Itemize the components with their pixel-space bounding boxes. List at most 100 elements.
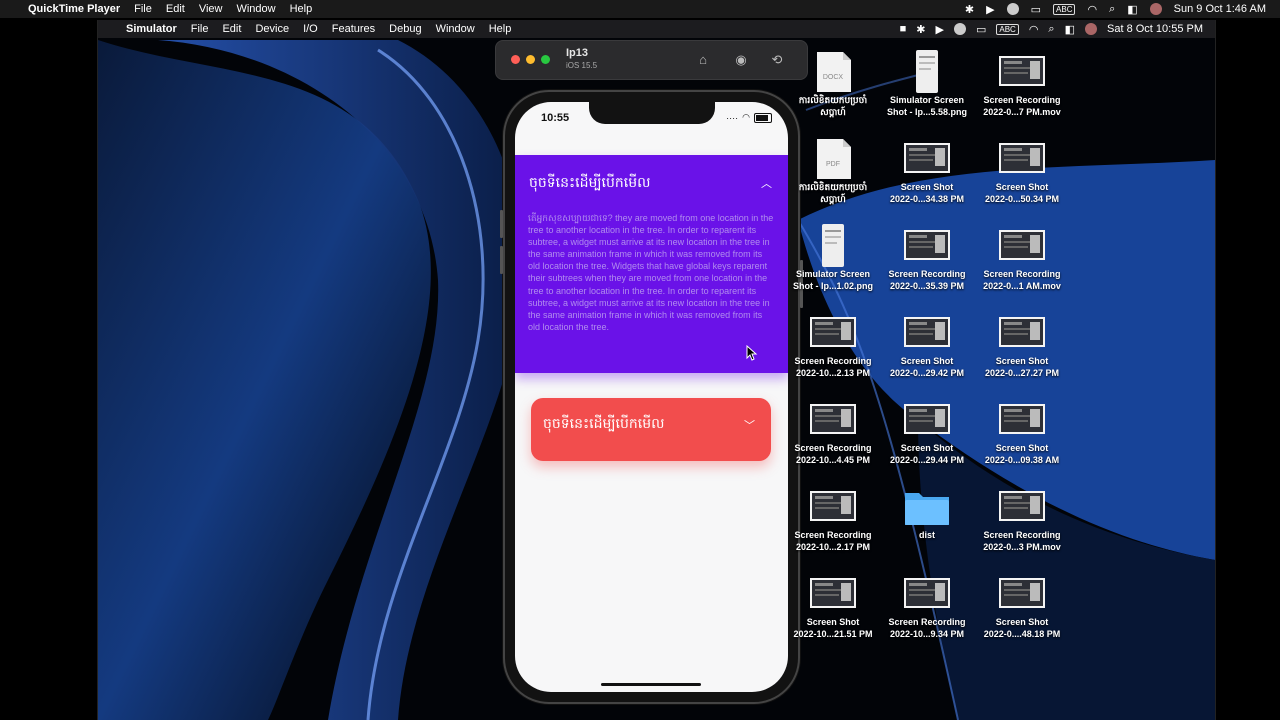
screenshot-thumbnail-icon [904,404,950,434]
desktop-item-sublabel: 2022-10...9.34 PM [889,629,965,639]
play-icon-inner[interactable]: ▶ [935,23,943,36]
menubar-clock[interactable]: Sun 9 Oct 1:46 AM [1174,3,1266,15]
expansion-panel-expanded[interactable]: ចុចទីនេះដើម្បីបើកមើល ︿ តើអ្នកសុខសប្បាយជា… [515,155,788,373]
file-extension-label: DOCX [822,74,844,81]
desktop-item-sublabel: 2022-0...35.39 PM [889,281,965,291]
simulator-menubar: Simulator File Edit Device I/O Features … [98,20,1215,38]
desktop-item-sublabel: 2022-10...21.51 PM [793,629,873,639]
screenshot-thumbnail-icon [999,404,1045,434]
minimize-window-button[interactable] [526,55,535,64]
menu-file[interactable]: File [134,3,152,15]
desktop-item[interactable]: Screen Shot 2022-0...29.42 PM [881,309,973,379]
sim-menu-io[interactable]: I/O [303,23,318,35]
siri-icon-inner[interactable] [1085,23,1097,35]
desktop-item[interactable]: PDF ការលិខិតយកបប្រចាំ សប្តាហ៍ [787,135,879,205]
home-indicator[interactable] [601,683,701,686]
menu-help[interactable]: Help [290,3,313,15]
folder-icon [905,493,949,525]
input-source-abc[interactable]: ABC [1053,3,1076,15]
desktop-item[interactable]: Screen Shot 2022-0....48.18 PM [976,570,1068,640]
play-icon[interactable]: ▶ [986,3,994,16]
desktop-item-label: Screen Recording [794,356,872,366]
desktop-item[interactable]: Screen Recording 2022-10...9.34 PM [881,570,973,640]
app-menu-quicktime[interactable]: QuickTime Player [28,3,120,15]
sim-menu-features[interactable]: Features [332,23,375,35]
sim-menu-debug[interactable]: Debug [389,23,421,35]
home-icon[interactable]: ⌂ [694,51,712,69]
screenshot-thumbnail-icon [999,230,1045,260]
desktop-item[interactable]: Screen Recording 2022-10...4.45 PM [787,396,879,466]
screenshot-thumbnail-icon [999,578,1045,608]
wifi-icon[interactable]: ◠ [1087,3,1097,16]
desktop-item[interactable]: Simulator Screen Shot - Ip...5.58.png [881,48,973,118]
desktop-item[interactable]: dist [881,483,973,541]
sim-menu-device[interactable]: Device [255,23,289,35]
menu-view[interactable]: View [199,3,223,15]
wifi-icon-inner[interactable]: ◠ [1029,23,1039,36]
desktop-item[interactable]: Screen Shot 2022-0...50.34 PM [976,135,1068,205]
app-menu-simulator[interactable]: Simulator [126,23,177,35]
desktop-item[interactable]: Screen Shot 2022-0...27.27 PM [976,309,1068,379]
desktop-item[interactable]: DOCX ការលិខិតយកបប្រចាំ សប្តាហ៍ [787,48,879,118]
expansion-panel-collapsed[interactable]: ចុចទីនេះដើម្បីបើកមើល ﹀ [531,398,771,461]
zoom-window-button[interactable] [541,55,550,64]
desktop-item-label: Screen Recording [983,530,1061,540]
desktop-item[interactable]: Screen Recording 2022-10...2.13 PM [787,309,879,379]
battery-icon[interactable]: ▭ [1031,3,1041,16]
input-source-abc-inner[interactable]: ABC [996,23,1019,35]
desktop-item[interactable]: Screen Shot 2022-0...34.38 PM [881,135,973,205]
quicktime-menubar: QuickTime Player File Edit View Window H… [0,0,1280,18]
desktop-item-label: dist [918,530,935,540]
screenshot-thumbnail-icon [999,491,1045,521]
screenshot-thumbnail-icon [810,317,856,347]
desktop-item[interactable]: Screen Recording 2022-10...2.17 PM [787,483,879,553]
sim-menu-window[interactable]: Window [436,23,475,35]
control-center-icon-inner[interactable]: ◧ [1065,23,1075,36]
screenshot-thumbnail-icon [904,143,950,173]
desktop-item[interactable]: Screen Shot 2022-0...29.44 PM [881,396,973,466]
battery-status-icon [754,112,772,123]
user-icon[interactable] [1006,3,1019,15]
user-icon-inner[interactable] [953,23,966,35]
menu-window[interactable]: Window [236,3,275,15]
desktop-item[interactable]: Screen Recording 2022-0...3 PM.mov [976,483,1068,553]
desktop-item-label: Screen Recording [983,95,1061,105]
stop-icon[interactable]: ■ [900,23,907,35]
search-icon[interactable]: ⌕ [1109,3,1115,16]
menubar-clock-inner[interactable]: Sat 8 Oct 10:55 PM [1107,23,1203,35]
sim-menu-edit[interactable]: Edit [222,23,241,35]
desktop-item-label: Screen Recording [983,269,1061,279]
screenshot-icon[interactable]: ◉ [732,51,750,69]
panel-title[interactable]: ចុចទីនេះដើម្បីបើកមើល [529,173,650,194]
simulator-titlebar: Ip13 iOS 15.5 ⌂ ◉ ⟲ [495,40,808,80]
menu-edit[interactable]: Edit [166,3,185,15]
desktop-item[interactable]: Screen Recording 2022-0...35.39 PM [881,222,973,292]
chevron-up-icon[interactable]: ︿ [761,175,772,191]
desktop-item[interactable]: Screen Shot 2022-10...21.51 PM [787,570,879,640]
desktop-item[interactable]: Simulator Screen Shot - Ip...1.02.png [787,222,879,292]
desktop-item-sublabel: 2022-0...7 PM.mov [983,107,1061,117]
bluetooth-icon-inner[interactable]: ✱ [916,23,925,36]
desktop-item-label: Screen Shot [995,182,1049,192]
bluetooth-icon[interactable]: ✱ [965,3,974,16]
volume-up-button[interactable] [500,210,503,238]
siri-icon[interactable] [1149,3,1162,15]
desktop-item[interactable]: Screen Shot 2022-0...09.38 AM [976,396,1068,466]
desktop-item[interactable]: Screen Recording 2022-0...1 AM.mov [976,222,1068,292]
rotate-icon[interactable]: ⟲ [768,51,786,69]
desktop-item-sublabel: Shot - Ip...1.02.png [792,281,873,291]
close-window-button[interactable] [511,55,520,64]
search-icon-inner[interactable]: ⌕ [1048,23,1054,36]
sim-menu-file[interactable]: File [191,23,209,35]
desktop-item[interactable]: Screen Recording 2022-0...7 PM.mov [976,48,1068,118]
control-center-icon[interactable]: ◧ [1127,3,1137,16]
panel-title-collapsed[interactable]: ចុចទីនេះដើម្បីបើកមើល [543,414,664,435]
volume-down-button[interactable] [500,246,503,274]
sim-menu-help[interactable]: Help [489,23,512,35]
chevron-down-icon[interactable]: ﹀ [744,417,755,433]
desktop-item-label: Screen Shot [995,617,1049,627]
desktop-item-label: Screen Recording [794,530,872,540]
battery-icon-inner[interactable]: ▭ [976,23,986,36]
desktop-item-label: Screen Shot [995,443,1049,453]
desktop-item-label: ការលិខិតយកបប្រចាំ [798,95,868,105]
